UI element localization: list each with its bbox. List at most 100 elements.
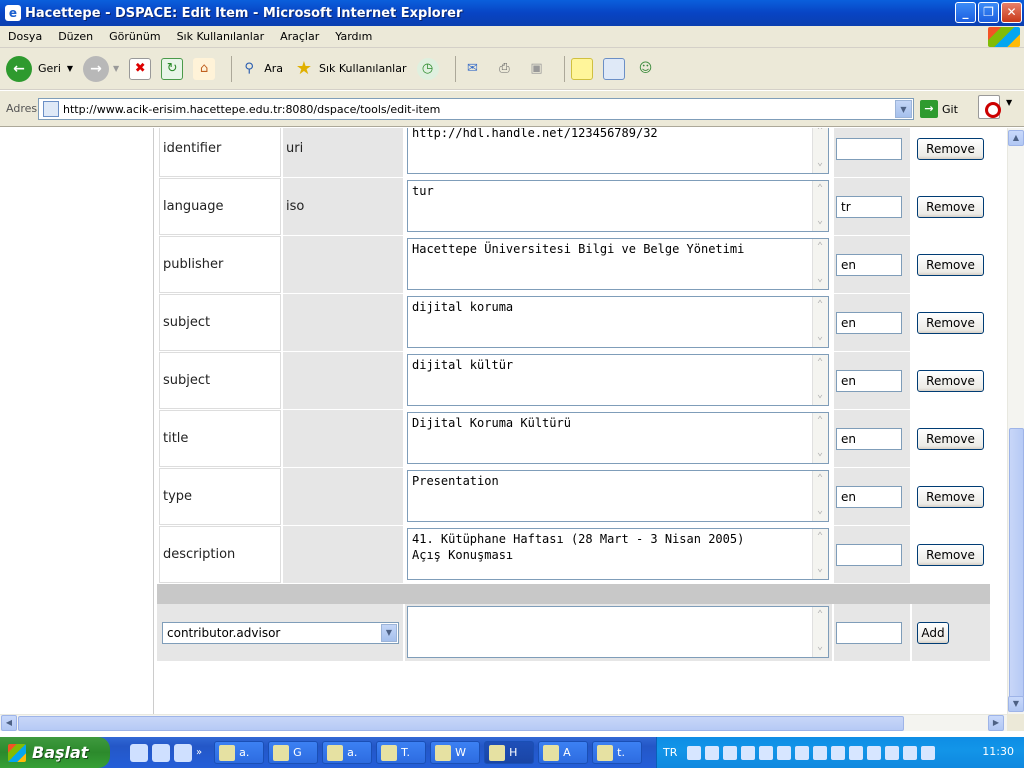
- clock[interactable]: 11:30: [982, 745, 1014, 758]
- remove-button[interactable]: Remove: [917, 138, 984, 160]
- taskbar-item[interactable]: a.: [214, 741, 265, 764]
- value-textarea[interactable]: dijital kültür: [407, 354, 829, 406]
- pdf-dropdown-icon[interactable]: ▼: [1006, 98, 1012, 107]
- tray-icon[interactable]: [867, 745, 882, 760]
- scroll-right-icon[interactable]: ▶: [988, 715, 1004, 731]
- new-value-textarea[interactable]: [407, 606, 829, 658]
- value-textarea[interactable]: Dijital Koruma Kültürü: [407, 412, 829, 464]
- pdf-icon[interactable]: [978, 95, 1001, 119]
- value-textarea[interactable]: Hacettepe Üniversitesi Bilgi ve Belge Yö…: [407, 238, 829, 290]
- print-icon[interactable]: ⎙: [494, 58, 516, 80]
- quicklaunch-more-icon[interactable]: »: [196, 747, 202, 758]
- tray-icon[interactable]: [777, 745, 792, 760]
- app-quicklaunch-icon[interactable]: [174, 743, 192, 762]
- tray-icon[interactable]: [813, 745, 828, 760]
- taskbar-item[interactable]: a.: [322, 741, 373, 764]
- research-icon[interactable]: [602, 57, 625, 80]
- tray-icon[interactable]: [759, 745, 774, 760]
- menu-view[interactable]: Görünüm: [101, 30, 168, 43]
- value-textarea[interactable]: Presentation: [407, 470, 829, 522]
- left-navigation: [0, 128, 154, 714]
- menu-tools[interactable]: Araçlar: [272, 30, 327, 43]
- select-dropdown-icon[interactable]: ▼: [381, 624, 397, 642]
- tray-icon[interactable]: [705, 745, 720, 760]
- address-input[interactable]: http://www.acik-erisim.hacettepe.edu.tr:…: [38, 98, 914, 120]
- media-quicklaunch-icon[interactable]: [152, 743, 170, 762]
- tray-icon[interactable]: [885, 745, 900, 760]
- mail-icon[interactable]: ✉: [462, 58, 484, 80]
- back-button[interactable]: ← Geri ▼: [6, 55, 73, 82]
- scroll-left-icon[interactable]: ◀: [1, 715, 17, 731]
- forward-dropdown-icon[interactable]: ▼: [113, 64, 119, 73]
- edit-icon[interactable]: ▣: [526, 58, 548, 80]
- tray-icon[interactable]: [687, 745, 702, 760]
- field-select-value: contributor.advisor: [167, 626, 281, 640]
- tray-icon[interactable]: [741, 745, 756, 760]
- remove-button[interactable]: Remove: [917, 312, 984, 334]
- tray-icon[interactable]: [831, 745, 846, 760]
- language-input[interactable]: en: [836, 428, 902, 450]
- stop-icon[interactable]: ✖: [129, 57, 152, 80]
- language-input[interactable]: en: [836, 254, 902, 276]
- scroll-up-icon[interactable]: ▲: [1008, 130, 1024, 146]
- ie-quicklaunch-icon[interactable]: [130, 743, 148, 762]
- note-icon[interactable]: [570, 57, 593, 80]
- search-icon: ⚲: [244, 61, 254, 76]
- history-icon[interactable]: ◷: [416, 57, 439, 80]
- vertical-scrollbar[interactable]: ▲ ▼: [1007, 128, 1024, 714]
- taskbar-item[interactable]: T.: [376, 741, 427, 764]
- taskbar-item[interactable]: A: [538, 741, 589, 764]
- refresh-icon[interactable]: ↻: [161, 57, 184, 80]
- tray-icon[interactable]: [723, 745, 738, 760]
- remove-button[interactable]: Remove: [917, 196, 984, 218]
- back-arrow-icon: ←: [6, 55, 32, 82]
- language-input[interactable]: en: [836, 486, 902, 508]
- address-dropdown-icon[interactable]: ▼: [895, 100, 912, 118]
- menu-help[interactable]: Yardım: [327, 30, 380, 43]
- horizontal-scrollbar[interactable]: ◀ ▶: [0, 714, 1007, 731]
- minimize-button[interactable]: _: [955, 2, 976, 23]
- remove-button[interactable]: Remove: [917, 254, 984, 276]
- vertical-scroll-thumb[interactable]: [1009, 428, 1024, 698]
- tray-icon[interactable]: [795, 745, 810, 760]
- remove-button[interactable]: Remove: [917, 544, 984, 566]
- language-indicator[interactable]: TR: [663, 746, 677, 759]
- horizontal-scroll-thumb[interactable]: [18, 716, 904, 731]
- favorites-button[interactable]: ★ Sık Kullanılanlar: [293, 58, 407, 80]
- field-select[interactable]: contributor.advisor ▼: [162, 622, 399, 644]
- menu-favorites[interactable]: Sık Kullanılanlar: [169, 30, 273, 43]
- value-textarea[interactable]: tur: [407, 180, 829, 232]
- tray-icon[interactable]: [921, 745, 936, 760]
- tray-icon[interactable]: [903, 745, 918, 760]
- menu-file[interactable]: Dosya: [0, 30, 50, 43]
- taskbar-item-active[interactable]: H: [484, 741, 535, 764]
- taskbar-item[interactable]: G: [268, 741, 319, 764]
- language-input[interactable]: en: [836, 370, 902, 392]
- tray-icon[interactable]: [849, 745, 864, 760]
- search-button[interactable]: ⚲ Ara: [238, 58, 283, 80]
- taskbar-item[interactable]: t.: [592, 741, 643, 764]
- maximize-button[interactable]: ❐: [978, 2, 999, 23]
- language-input[interactable]: [836, 544, 902, 566]
- new-language-input[interactable]: [836, 622, 902, 644]
- scroll-down-icon[interactable]: ▼: [1008, 696, 1024, 712]
- home-icon[interactable]: ⌂: [193, 57, 216, 80]
- language-input[interactable]: en: [836, 312, 902, 334]
- close-button[interactable]: ✕: [1001, 2, 1022, 23]
- remove-button[interactable]: Remove: [917, 428, 984, 450]
- add-button[interactable]: Add: [917, 622, 949, 644]
- value-textarea[interactable]: dijital koruma: [407, 296, 829, 348]
- messenger-icon[interactable]: ☺: [635, 58, 657, 80]
- value-textarea[interactable]: 41. Kütüphane Haftası (28 Mart - 3 Nisan…: [407, 528, 829, 580]
- forward-button[interactable]: → ▼: [83, 55, 119, 82]
- menu-edit[interactable]: Düzen: [50, 30, 101, 43]
- taskbar-item[interactable]: W: [430, 741, 481, 764]
- remove-button[interactable]: Remove: [917, 370, 984, 392]
- value-textarea[interactable]: http://hdl.handle.net/123456789/32: [407, 128, 829, 174]
- language-input[interactable]: [836, 138, 902, 160]
- remove-button[interactable]: Remove: [917, 486, 984, 508]
- start-button[interactable]: Başlat: [0, 737, 110, 768]
- go-button[interactable]: → Git: [920, 100, 958, 118]
- back-dropdown-icon[interactable]: ▼: [67, 64, 73, 73]
- language-input[interactable]: tr: [836, 196, 902, 218]
